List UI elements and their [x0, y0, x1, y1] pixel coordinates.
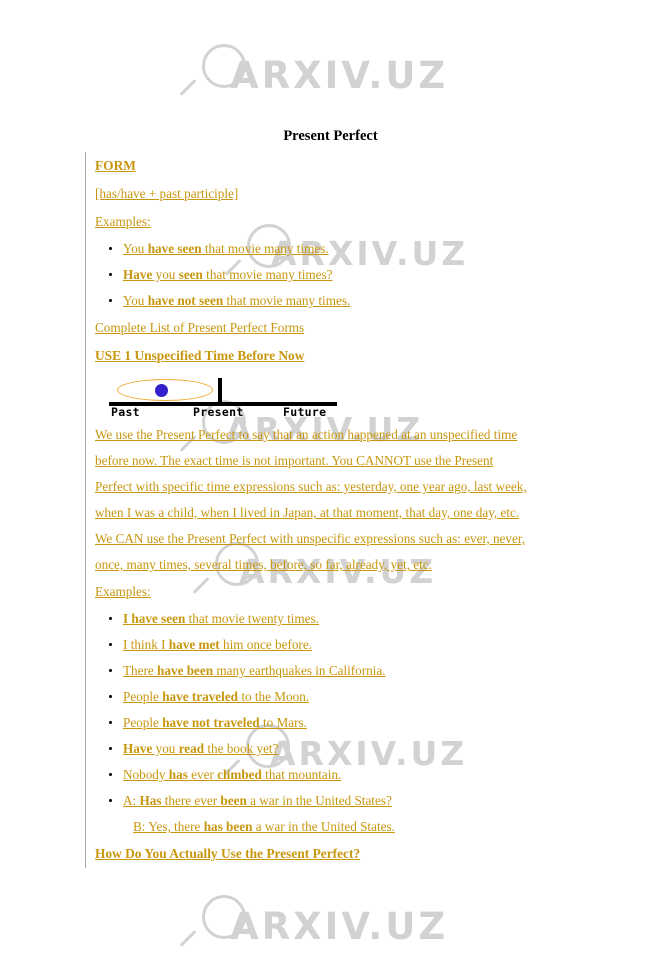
timeline-diagram: Past Present Future — [109, 374, 341, 420]
paragraph-line: when I was a child, when I lived in Japa… — [95, 505, 520, 520]
page-title: Present Perfect — [283, 128, 378, 144]
bullet-icon — [109, 247, 112, 250]
use1-paragraph: We use the Present Perfect to say that a… — [85, 422, 621, 578]
closing-heading[interactable]: How Do You Actually Use the Present Perf… — [95, 840, 621, 868]
example-text[interactable]: Nobody has ever climbed that mountain. — [123, 767, 341, 782]
section-use1: USE 1 Unspecified Time Before Now — [85, 342, 621, 370]
list-item[interactable]: You have seen that movie many times. — [85, 236, 621, 262]
examples-label[interactable]: Examples: — [95, 208, 621, 236]
list-item[interactable]: People have not traveled to Mars. — [85, 710, 621, 736]
bullet-icon — [109, 695, 112, 698]
section-examples-label-2: Examples: — [85, 578, 621, 606]
document-page: Present Perfect FORM [has/have + past pa… — [0, 0, 661, 935]
timeline-label-present: Present — [193, 405, 244, 419]
paragraph-line: before now. The exact time is not import… — [95, 453, 494, 468]
form-formula[interactable]: [has/have + past participle] — [95, 180, 621, 208]
form-example-list: You have seen that movie many times. Hav… — [85, 236, 621, 314]
example-text[interactable]: There have been many earthquakes in Cali… — [123, 663, 386, 678]
paragraph-line: Perfect with specific time expressions s… — [95, 479, 527, 494]
bullet-icon — [109, 643, 112, 646]
list-item[interactable]: A: Has there ever been a war in the Unit… — [85, 788, 621, 840]
use1-paragraph-text[interactable]: We use the Present Perfect to say that a… — [95, 422, 621, 578]
list-item[interactable]: People have traveled to the Moon. — [85, 684, 621, 710]
list-item[interactable]: Nobody has ever climbed that mountain. — [85, 762, 621, 788]
bullet-icon — [109, 299, 112, 302]
example-text[interactable]: You have not seen that movie many times. — [123, 293, 350, 308]
section-closing: How Do You Actually Use the Present Perf… — [85, 840, 621, 868]
bullet-icon — [109, 747, 112, 750]
example-text[interactable]: You have seen that movie many times. — [123, 241, 329, 256]
complete-list-link[interactable]: Complete List of Present Perfect Forms — [95, 314, 621, 342]
list-item[interactable]: Have you read the book yet? — [85, 736, 621, 762]
bullet-icon — [109, 721, 112, 724]
timeline-label-past: Past — [111, 405, 140, 419]
paragraph-line: We use the Present Perfect to say that a… — [95, 427, 518, 442]
form-heading[interactable]: FORM — [95, 152, 621, 180]
example-text[interactable]: People have traveled to the Moon. — [123, 689, 309, 704]
section-examples-label-1: Examples: — [85, 208, 621, 236]
list-item[interactable]: I think I have met him once before. — [85, 632, 621, 658]
paragraph-line: We CAN use the Present Perfect with unsp… — [95, 531, 526, 546]
use1-heading[interactable]: USE 1 Unspecified Time Before Now — [95, 342, 621, 370]
timeline-present-tick — [218, 378, 222, 404]
bullet-icon — [109, 799, 112, 802]
example-text[interactable]: Have you seen that movie many times? — [123, 267, 333, 282]
document-body: FORM [has/have + past participle] Exampl… — [85, 152, 621, 868]
example-text-dialog-a[interactable]: A: Has there ever been a war in the Unit… — [123, 793, 392, 808]
paragraph-line: once, many times, several times, before,… — [95, 557, 432, 572]
bullet-icon — [109, 273, 112, 276]
section-form: FORM — [85, 152, 621, 180]
bullet-icon — [109, 617, 112, 620]
examples-label[interactable]: Examples: — [95, 578, 621, 606]
list-item[interactable]: There have been many earthquakes in Cali… — [85, 658, 621, 684]
use1-example-list: I have seen that movie twenty times. I t… — [85, 606, 621, 840]
timeline-figure: Past Present Future — [85, 370, 621, 422]
example-text[interactable]: People have not traveled to Mars. — [123, 715, 307, 730]
bullet-icon — [109, 669, 112, 672]
timeline-label-future: Future — [283, 405, 327, 419]
example-text[interactable]: Have you read the book yet? — [123, 741, 278, 756]
list-item[interactable]: You have not seen that movie many times. — [85, 288, 621, 314]
bullet-icon — [109, 773, 112, 776]
timeline-marker-dot — [155, 384, 168, 397]
example-text-dialog-b[interactable]: B: Yes, there has been a war in the Unit… — [123, 814, 621, 840]
example-text[interactable]: I have seen that movie twenty times. — [123, 611, 319, 626]
section-formula: [has/have + past participle] — [85, 180, 621, 208]
list-item[interactable]: I have seen that movie twenty times. — [85, 606, 621, 632]
list-item[interactable]: Have you seen that movie many times? — [85, 262, 621, 288]
example-text[interactable]: I think I have met him once before. — [123, 637, 312, 652]
section-complete-list: Complete List of Present Perfect Forms — [85, 314, 621, 342]
